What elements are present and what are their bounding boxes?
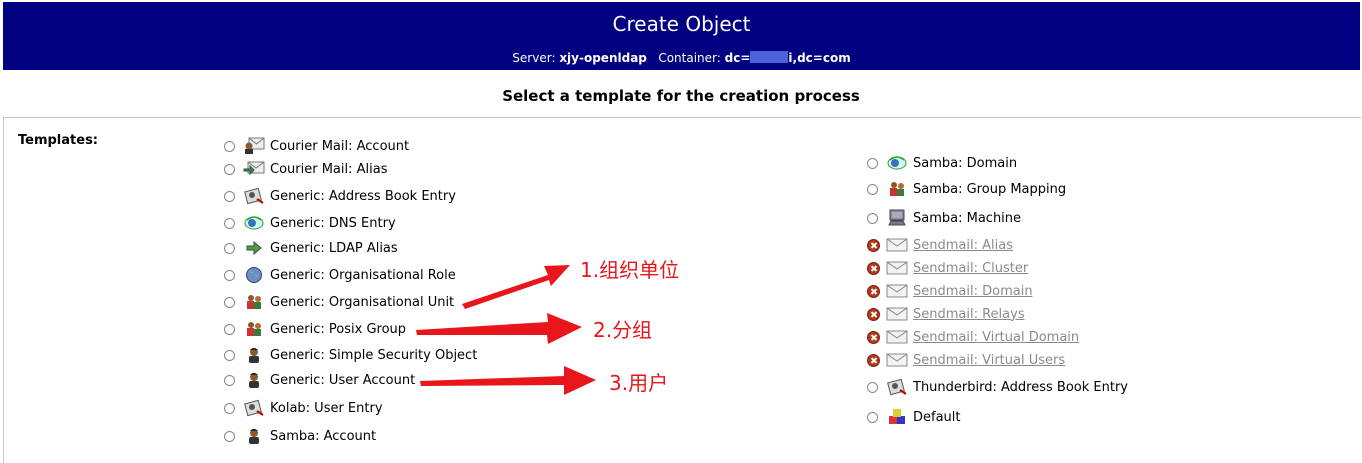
- arrow-2: [416, 313, 582, 344]
- annotation-1: 1.组织单位: [580, 258, 680, 282]
- annotation-2: 2.分组: [593, 318, 653, 342]
- arrow-1: [462, 265, 570, 309]
- annotation-3: 3.用户: [609, 371, 669, 395]
- annotation-arrows: [416, 265, 596, 395]
- arrow-3: [420, 366, 596, 395]
